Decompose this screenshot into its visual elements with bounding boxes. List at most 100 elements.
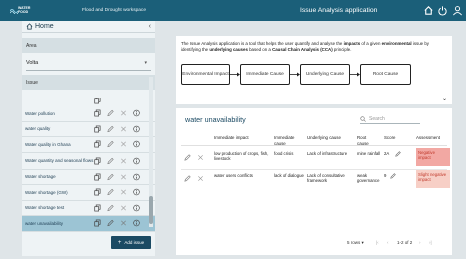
delete-icon[interactable] bbox=[120, 204, 127, 211]
issue-item[interactable]: Water shortage (GW) bbox=[22, 185, 155, 201]
col-header-underlying-cause[interactable]: Underlying cause bbox=[307, 135, 341, 141]
assessment-badge: Slight negative impact bbox=[416, 170, 450, 188]
edit-score-icon[interactable] bbox=[395, 151, 401, 157]
page-info: 1-2 of 2 bbox=[397, 240, 413, 245]
delete-icon[interactable] bbox=[120, 110, 127, 117]
delete-icon[interactable] bbox=[197, 175, 204, 182]
cell-score: 9 bbox=[384, 173, 387, 178]
home-icon[interactable] bbox=[26, 23, 33, 30]
issue-list-scroll-thumb[interactable] bbox=[149, 196, 153, 224]
table-row[interactable]: water users conflicts lack of dialogue L… bbox=[176, 170, 452, 189]
edit-icon[interactable] bbox=[107, 189, 114, 196]
copy-icon[interactable] bbox=[94, 173, 101, 181]
delete-icon[interactable] bbox=[197, 154, 204, 161]
power-icon[interactable] bbox=[437, 5, 448, 16]
info-icon[interactable] bbox=[133, 157, 140, 164]
edit-icon[interactable] bbox=[107, 125, 114, 132]
flow-box-immediate-cause: Immediate Cause bbox=[240, 64, 290, 85]
assessment-badge: Negative impact bbox=[416, 148, 450, 166]
cell-immediate-cause: food crisis bbox=[274, 151, 294, 156]
issue-table-panel: water unavailability Search Immediate im… bbox=[176, 108, 452, 255]
dropdown-arrow-icon[interactable]: ▾ bbox=[144, 60, 147, 66]
copy-icon[interactable] bbox=[94, 219, 101, 227]
home-icon[interactable] bbox=[423, 5, 434, 16]
sidebar-home-label[interactable]: Home bbox=[35, 23, 54, 30]
issue-item[interactable]: Water pollution bbox=[22, 106, 155, 122]
search-icon bbox=[360, 115, 366, 122]
info-icon[interactable] bbox=[133, 204, 140, 211]
user-icon[interactable] bbox=[452, 5, 463, 16]
water-wave-icon bbox=[10, 9, 18, 14]
info-icon[interactable] bbox=[133, 220, 140, 227]
area-select[interactable]: Volta ▾ bbox=[26, 56, 151, 71]
delete-icon[interactable] bbox=[120, 157, 127, 164]
add-issue-label: Add issue bbox=[124, 240, 145, 245]
next-page-icon[interactable]: › bbox=[419, 240, 421, 245]
delete-icon[interactable] bbox=[120, 173, 127, 180]
search-input[interactable]: Search bbox=[360, 114, 420, 124]
issue-list: Water pollution water quality Water qual… bbox=[22, 98, 155, 248]
copy-icon[interactable] bbox=[94, 204, 101, 212]
cell-immediate-impact: water users conflicts bbox=[214, 173, 253, 178]
plus-icon: + bbox=[117, 239, 122, 246]
edit-icon[interactable] bbox=[107, 220, 114, 227]
col-header-score[interactable]: Score bbox=[384, 135, 395, 141]
copy-icon[interactable] bbox=[94, 98, 101, 104]
edit-icon[interactable] bbox=[184, 175, 191, 182]
copy-icon[interactable] bbox=[94, 109, 101, 117]
causal-chain-diagram: Environmental Impact Immediate Cause Und… bbox=[181, 61, 441, 87]
collapse-sidebar-icon[interactable]: ‹ bbox=[149, 23, 151, 30]
prev-page-icon[interactable]: ‹ bbox=[387, 240, 389, 245]
edit-icon[interactable] bbox=[107, 157, 114, 164]
copy-icon[interactable] bbox=[94, 188, 101, 196]
issue-item-label: Water quality in Ghana bbox=[25, 141, 71, 147]
issue-item[interactable]: Water quantity and seasonal flows bbox=[22, 153, 155, 170]
delete-icon[interactable] bbox=[120, 220, 127, 227]
delete-icon[interactable] bbox=[120, 189, 127, 196]
app-logo[interactable]: WATER FOOD bbox=[10, 5, 40, 17]
copy-icon[interactable] bbox=[94, 157, 101, 164]
edit-icon[interactable] bbox=[107, 173, 114, 180]
edit-score-icon[interactable] bbox=[390, 173, 396, 179]
arrow-right-icon bbox=[230, 72, 240, 77]
area-section-label: Area bbox=[22, 38, 155, 53]
app-title: Issue Analysis application bbox=[300, 7, 378, 14]
issue-item-label: Water shortage (GW) bbox=[25, 189, 68, 195]
logo-text-line2: FOOD bbox=[18, 10, 29, 14]
issue-item[interactable]: Water shortage test bbox=[22, 201, 155, 216]
issue-item[interactable]: Water quality in Ghana bbox=[22, 137, 155, 153]
issue-section-label: Issue bbox=[22, 75, 155, 90]
edit-icon[interactable] bbox=[107, 141, 114, 148]
issue-item-label: Water pollution bbox=[25, 110, 55, 116]
workspace-title: Flood and Drought workspace bbox=[82, 8, 146, 13]
info-icon[interactable] bbox=[133, 125, 140, 132]
issue-item[interactable]: water quality bbox=[22, 122, 155, 137]
edit-icon[interactable] bbox=[107, 110, 114, 117]
edit-icon[interactable] bbox=[107, 204, 114, 211]
info-icon[interactable] bbox=[133, 189, 140, 196]
sidebar: Home ‹ Area Volta ▾ Issue Water pollutio… bbox=[22, 21, 155, 256]
copy-icon[interactable] bbox=[94, 140, 101, 148]
arrow-right-icon bbox=[350, 72, 360, 77]
info-icon[interactable] bbox=[133, 173, 140, 180]
col-header-immediate-impact[interactable]: Immediate impact bbox=[214, 135, 249, 141]
delete-icon[interactable] bbox=[120, 141, 127, 148]
flow-box-underlying-cause: Underlying Cause bbox=[300, 64, 350, 85]
delete-icon[interactable] bbox=[120, 125, 127, 132]
add-issue-button[interactable]: + Add issue bbox=[111, 236, 151, 249]
rows-per-page-select[interactable]: 5 rows ▾ bbox=[347, 240, 364, 246]
dropdown-arrow-icon: ▾ bbox=[361, 240, 364, 245]
col-header-assessment[interactable]: Assessment bbox=[416, 135, 440, 141]
info-icon[interactable] bbox=[133, 110, 140, 117]
issue-item-selected[interactable]: water unavailability bbox=[22, 216, 155, 232]
first-page-icon[interactable]: |‹ bbox=[376, 240, 379, 245]
last-page-icon[interactable]: ›| bbox=[429, 240, 432, 245]
copy-icon[interactable] bbox=[94, 125, 101, 133]
collapse-chevron-icon[interactable]: ⌄ bbox=[442, 95, 447, 102]
issue-item[interactable]: Water shortage bbox=[22, 170, 155, 185]
header-divider bbox=[181, 145, 447, 146]
info-icon[interactable] bbox=[133, 141, 140, 148]
table-row[interactable]: low production of crops, fish, livestock… bbox=[176, 148, 452, 169]
search-placeholder: Search bbox=[369, 115, 385, 122]
edit-icon[interactable] bbox=[184, 154, 191, 161]
